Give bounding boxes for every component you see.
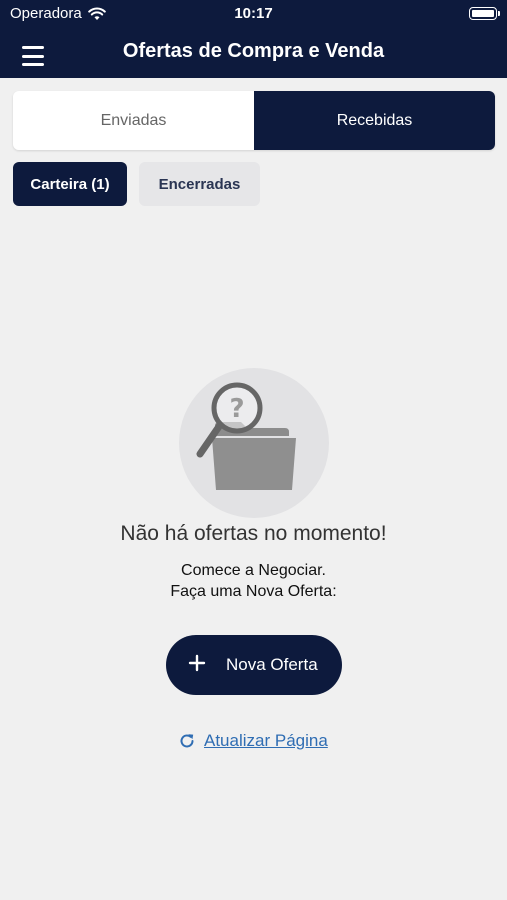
status-bar: Operadora 10:17: [10, 5, 500, 23]
app-header: Operadora 10:17 Ofertas de Compra e Vend…: [0, 0, 507, 78]
offer-tabs: Enviadas Recebidas: [13, 91, 495, 150]
filter-encerradas[interactable]: Encerradas: [139, 162, 260, 206]
carrier-name: Operadora: [10, 5, 82, 22]
refresh-page-label: Atualizar Página: [204, 731, 328, 750]
filter-carteira[interactable]: Carteira (1): [13, 162, 127, 206]
carrier-info: Operadora: [10, 5, 106, 22]
tab-recebidas[interactable]: Recebidas: [254, 91, 495, 150]
empty-state-subtitle: Comece a Negociar. Faça uma Nova Oferta:: [0, 560, 507, 602]
refresh-icon: [180, 734, 194, 748]
plus-icon: [188, 654, 206, 672]
empty-state-line2: Faça uma Nova Oferta:: [170, 583, 337, 600]
svg-text:?: ?: [229, 394, 244, 424]
folder-search-icon: ?: [179, 368, 329, 518]
wifi-icon: [87, 7, 106, 20]
new-offer-label: Nova Oferta: [226, 655, 318, 674]
tab-enviadas[interactable]: Enviadas: [13, 91, 254, 150]
new-offer-button[interactable]: Nova Oferta: [166, 635, 342, 695]
empty-state-line1: Comece a Negociar.: [181, 562, 326, 579]
battery-icon: [469, 7, 500, 20]
page-title: Ofertas de Compra e Venda: [122, 40, 385, 62]
refresh-page-link[interactable]: Atualizar Página: [178, 731, 328, 751]
empty-state-title: Não há ofertas no momento!: [120, 522, 387, 545]
status-time: 10:17: [234, 5, 273, 22]
